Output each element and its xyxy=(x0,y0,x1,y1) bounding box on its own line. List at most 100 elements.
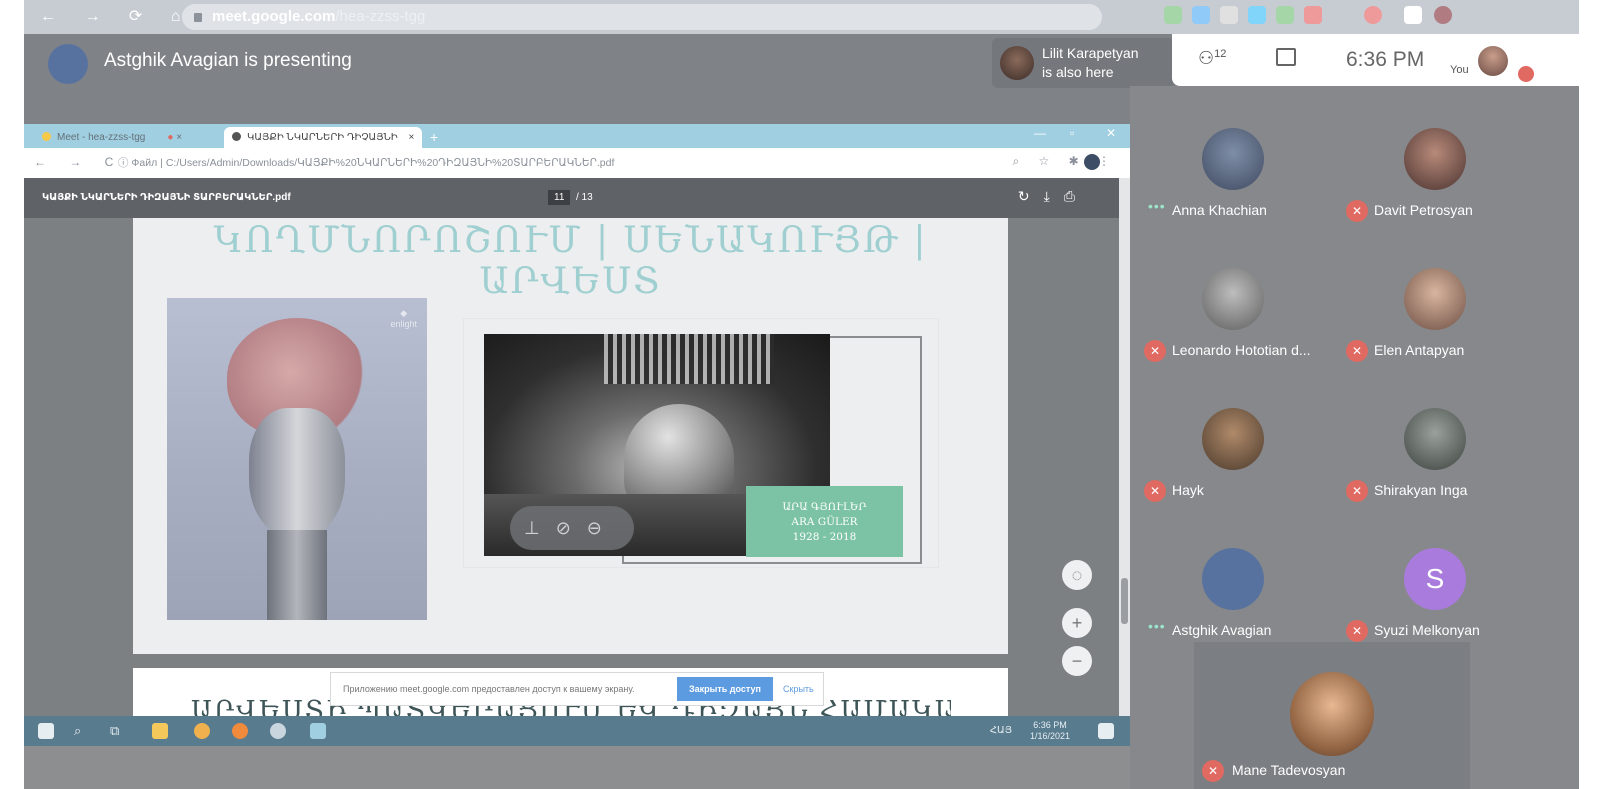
people-button[interactable]: ⚇12 xyxy=(1198,48,1226,69)
zoom-out-button[interactable]: − xyxy=(1062,646,1092,676)
extension-icon[interactable] xyxy=(1248,6,1266,24)
close-icon[interactable]: × xyxy=(408,132,414,143)
presenter-avatar xyxy=(48,44,88,84)
address-prefix: Файл xyxy=(131,157,158,169)
url-host: meet.google.com xyxy=(212,8,336,25)
share-message: Приложению meet.google.com предоставлен … xyxy=(343,684,635,694)
tab-pdf[interactable]: ԿԱՅՔԻ ՆԿԱՐՆԵՐԻ ԴԻՉԱՅՆԻ × xyxy=(224,127,423,148)
extension-icon[interactable] xyxy=(1164,6,1182,24)
pdf-page: ԿՈՂՄՆՈՐՈՇՈՒՄ | ՍԵՆԱԿՈՒՅԹ | ԱՐՎԵՍՏ ◆ enlig… xyxy=(133,218,1008,654)
maximize-icon[interactable]: ▫ xyxy=(1070,126,1074,140)
extension-icon[interactable] xyxy=(1364,6,1382,24)
globe-icon xyxy=(232,132,241,141)
pdf-title: ԿԱՅՔԻ ՆԿԱՐՆԵՐԻ ԴԻԶԱՅՆԻ ՏԱՐԲԵՐԱԿՆԵՐ.pdf xyxy=(42,192,291,203)
windows-start-icon[interactable] xyxy=(38,723,54,739)
participant-name: Elen Antapyan xyxy=(1374,342,1465,358)
photo-caption: ԱՐԱ ԳՅՈՒԼԵՐ ARA GÜLER 1928 - 2018 xyxy=(746,486,903,557)
lock-icon xyxy=(194,13,202,22)
participant-tile-large[interactable]: ✕ Mane Tadevosyan xyxy=(1194,642,1470,789)
info-icon: ⓘ xyxy=(118,157,132,169)
pin-icon[interactable]: ⊥ xyxy=(524,518,556,538)
mic-off-icon: ✕ xyxy=(1202,760,1224,782)
shared-address-bar: ← → C ⓘ Файл | C:/Users/Admin/Downloads/… xyxy=(24,148,1130,178)
presenting-text: Astghik Avagian is presenting xyxy=(104,50,352,71)
stop-sharing-button[interactable]: Закрыть доступ xyxy=(677,677,773,701)
close-icon[interactable]: × xyxy=(176,132,182,143)
mic-off-icon xyxy=(1518,66,1534,82)
language-indicator[interactable]: ՀԱՅ xyxy=(990,725,1012,736)
mic-off-icon: ✕ xyxy=(1346,340,1368,362)
meet-tab-icon xyxy=(42,132,51,141)
participant-name: Syuzi Melkonyan xyxy=(1374,622,1480,638)
also-here-notice[interactable]: Lilit Karapetyan is also here xyxy=(992,38,1174,88)
file-explorer-icon[interactable] xyxy=(152,723,168,739)
close-window-icon[interactable]: ✕ xyxy=(1106,126,1116,140)
chat-icon[interactable] xyxy=(1276,48,1296,66)
extension-icon[interactable] xyxy=(1220,6,1238,24)
also-here-suffix: is also here xyxy=(1042,64,1114,80)
participant-tile[interactable]: ✕ Davit Petrosyan xyxy=(1340,124,1540,262)
paint-icon[interactable] xyxy=(270,723,286,739)
participant-tile[interactable]: ✕ Hayk xyxy=(1138,404,1338,542)
avatar xyxy=(1202,128,1264,190)
avatar xyxy=(1404,408,1466,470)
mic-off-icon: ✕ xyxy=(1144,340,1166,362)
url-path: /hea-zzss-tgg xyxy=(335,8,426,25)
avatar xyxy=(1202,268,1264,330)
fit-page-icon[interactable]: ◌ xyxy=(1062,560,1092,590)
task-view-icon[interactable]: ⧉ xyxy=(110,723,126,739)
rotate-icon[interactable]: ↻ xyxy=(1018,188,1044,204)
shared-nav-buttons[interactable]: ← → C xyxy=(34,155,123,169)
pdf-toolbar: ԿԱՅՔԻ ՆԿԱՐՆԵՐԻ ԴԻԶԱՅՆԻ ՏԱՐԲԵՐԱԿՆԵՐ.pdf 1… xyxy=(24,178,1119,218)
new-tab-button[interactable]: + xyxy=(422,127,446,148)
remove-icon[interactable]: ⊖ xyxy=(587,518,618,538)
shared-tab-strip: Meet - hea-zzss-tgg ● × ԿԱՅՔԻ ՆԿԱՐՆԵՐԻ ԴԻ… xyxy=(24,124,1130,148)
self-avatar[interactable] xyxy=(1478,46,1508,76)
print-icon[interactable]: ⎙ xyxy=(1064,188,1089,204)
hide-notice-link[interactable]: Скрыть xyxy=(783,684,814,694)
shared-screen: Meet - hea-zzss-tgg ● × ԿԱՅՔԻ ՆԿԱՐՆԵՐԻ ԴԻ… xyxy=(24,124,1130,746)
scroll-thumb[interactable] xyxy=(1121,578,1128,624)
chrome-icon[interactable] xyxy=(194,723,210,739)
page-number-input[interactable]: 11 xyxy=(548,190,571,205)
photos-icon[interactable] xyxy=(310,723,326,739)
search-icon[interactable]: ⌕ xyxy=(74,723,90,739)
pdf-scrollbar[interactable] xyxy=(1119,178,1130,716)
participant-name: Shirakyan Inga xyxy=(1374,482,1468,498)
address-icons[interactable]: ⌕ ☆ ✱ ⋮ xyxy=(1012,154,1118,169)
extension-icon[interactable] xyxy=(1192,6,1210,24)
puzzle-icon[interactable] xyxy=(1404,6,1422,24)
tile-hover-controls[interactable]: ⊥⊘⊖ xyxy=(510,506,634,550)
firefox-icon[interactable] xyxy=(232,723,248,739)
taskbar-clock[interactable]: 6:36 PM 1/16/2021 xyxy=(1030,720,1070,742)
clock: 6:36 PM xyxy=(1346,48,1425,71)
extension-icon[interactable] xyxy=(1276,6,1294,24)
avatar xyxy=(1202,548,1264,610)
download-icon[interactable]: ⤓ xyxy=(1044,188,1064,204)
diamond-icon: ◆ xyxy=(400,308,408,318)
participant-tile[interactable]: ✕ Leonardo Hototian d... xyxy=(1138,264,1338,402)
mute-icon[interactable]: ⊘ xyxy=(556,518,587,538)
minimize-icon[interactable]: — xyxy=(1034,126,1046,140)
zoom-in-button[interactable]: + xyxy=(1062,608,1092,638)
tab-meet[interactable]: Meet - hea-zzss-tgg ● × xyxy=(34,127,190,148)
profile-avatar[interactable] xyxy=(1434,6,1452,24)
mic-off-icon: ✕ xyxy=(1144,480,1166,502)
participant-tile[interactable]: ••• Anna Khachian xyxy=(1138,124,1338,262)
notifications-icon[interactable] xyxy=(1098,723,1114,739)
recording-icon: ● xyxy=(167,132,174,143)
participant-tile[interactable]: ✕ Shirakyan Inga xyxy=(1340,404,1540,542)
address-bar[interactable]: meet.google.com/hea-zzss-tgg xyxy=(182,4,1102,30)
slide-heading: ԿՈՂՄՆՈՐՈՇՈՒՄ | ՍԵՆԱԿՈՒՅԹ | ԱՐՎԵՍՏ xyxy=(213,220,928,302)
extension-icon[interactable] xyxy=(1304,6,1322,24)
participant-name: Mane Tadevosyan xyxy=(1232,762,1346,778)
participant-name: Davit Petrosyan xyxy=(1374,202,1473,218)
participant-tile[interactable]: ✕ Elen Antapyan xyxy=(1340,264,1540,402)
also-here-name: Lilit Karapetyan xyxy=(1042,45,1139,61)
dots-icon: ••• xyxy=(1148,618,1166,634)
avatar xyxy=(1202,408,1264,470)
participant-name: Leonardo Hototian d... xyxy=(1172,342,1311,358)
browser-toolbar: ← → ⟳ ⌂ meet.google.com/hea-zzss-tgg xyxy=(24,0,1579,34)
browser-nav-buttons[interactable]: ← → ⟳ ⌂ xyxy=(40,6,192,26)
pdf-tools[interactable]: ↻⤓⎙ xyxy=(1018,188,1089,205)
